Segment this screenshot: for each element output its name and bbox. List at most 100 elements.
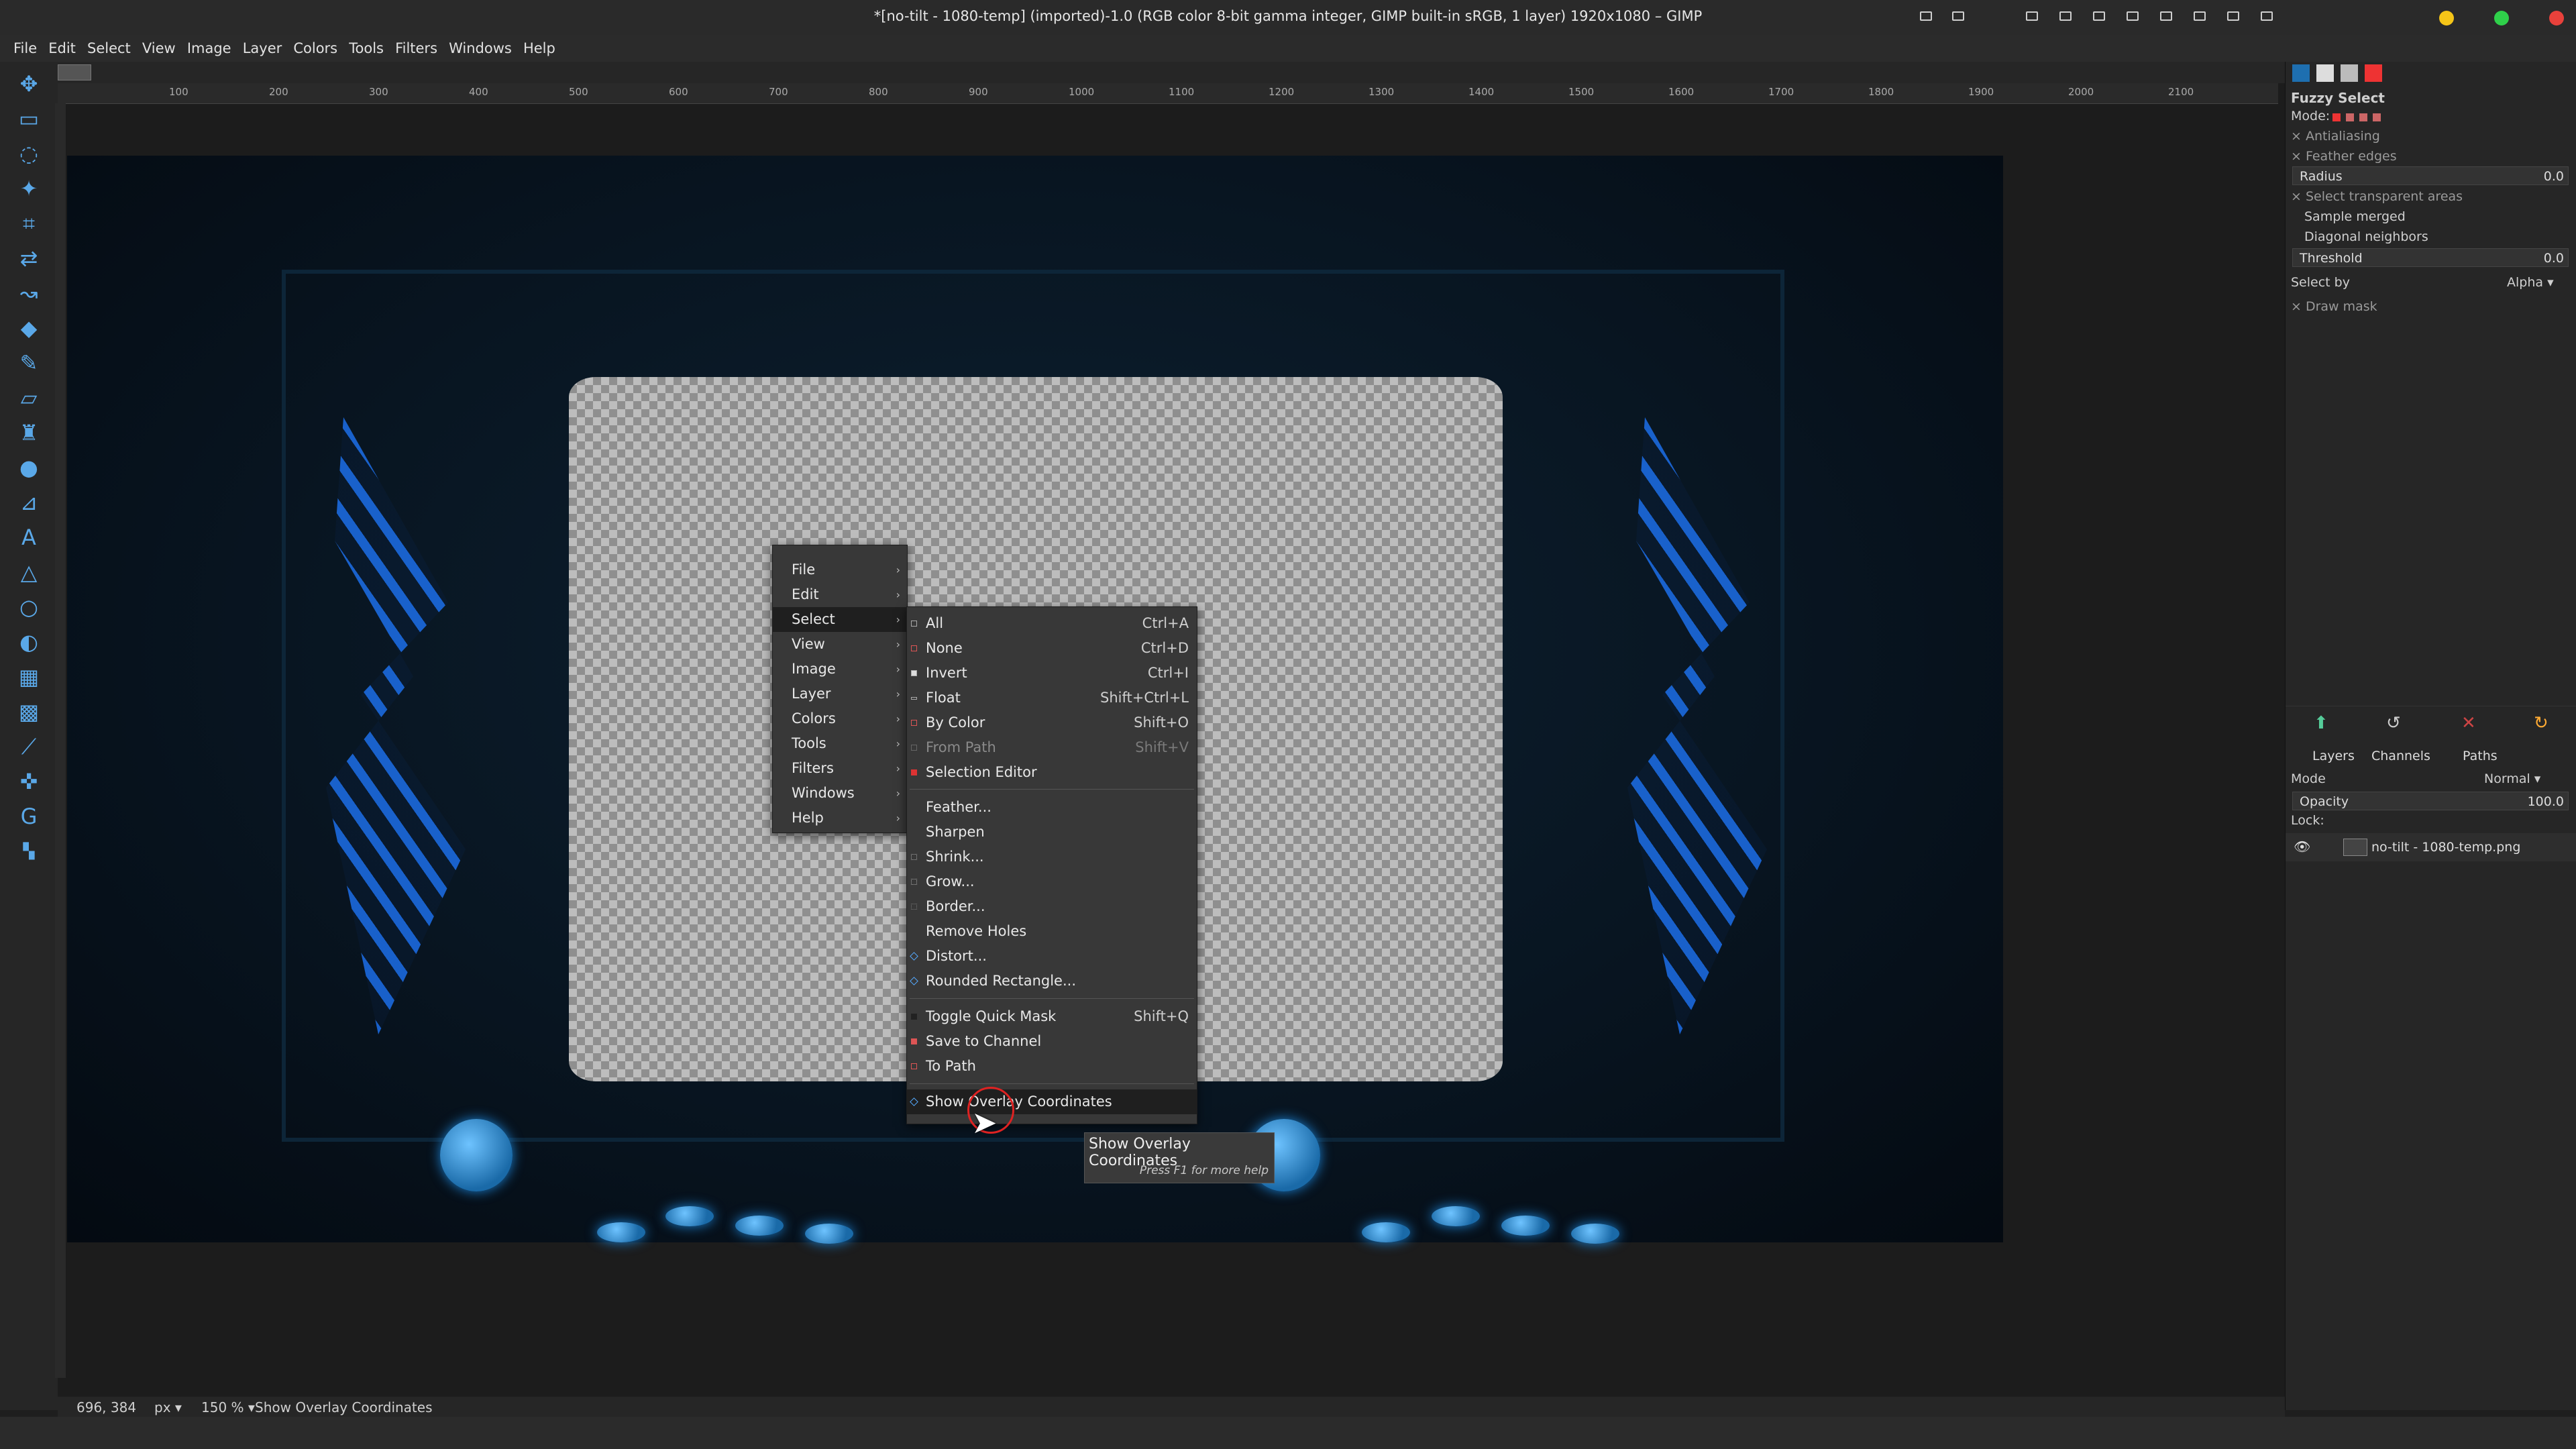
navigate-tool-icon[interactable]: ✜ <box>13 766 44 797</box>
menu-colors[interactable]: Colors <box>289 35 341 62</box>
tile-icon[interactable] <box>2227 11 2239 21</box>
histogram-tool-icon[interactable]: ▩ <box>13 696 44 727</box>
image-tab-thumbnail[interactable] <box>58 64 91 80</box>
context-item-windows[interactable]: Windows › <box>773 781 907 806</box>
tile-icon[interactable] <box>2127 11 2139 21</box>
diagonal-neighbors-checkbox[interactable]: Diagonal neighbors <box>2304 229 2428 244</box>
distort-item[interactable]: Distort... <box>907 944 1197 969</box>
context-item-select[interactable]: Select › <box>773 607 907 632</box>
select-none-item[interactable]: None Ctrl+D <box>907 636 1197 661</box>
select-all-item[interactable]: All Ctrl+A <box>907 611 1197 636</box>
curves-tool-icon[interactable]: ▦ <box>13 661 44 692</box>
grow-item[interactable]: Grow... <box>907 869 1197 894</box>
context-item-tools[interactable]: Tools › <box>773 731 907 756</box>
dock-tab-icons[interactable] <box>2292 64 2426 86</box>
paths-tool-icon[interactable]: △ <box>13 557 44 588</box>
crop-tool-icon[interactable]: ⌗ <box>13 208 44 239</box>
tab-layers[interactable]: Layers <box>2312 749 2355 763</box>
menu-tools[interactable]: Tools <box>345 35 388 62</box>
measure-tool-icon[interactable]: ⟋ <box>13 731 44 762</box>
tile-icon[interactable] <box>2059 11 2072 21</box>
tile-icon[interactable] <box>2261 11 2273 21</box>
window-maximize-button[interactable] <box>2494 11 2509 25</box>
toggle-quick-mask-item[interactable]: Toggle Quick Mask Shift+Q <box>907 1004 1197 1029</box>
context-item-file[interactable]: File › <box>773 557 907 582</box>
menu-file[interactable]: File <box>9 35 41 62</box>
tile-icon[interactable] <box>2026 11 2038 21</box>
select-from-path-item[interactable]: From Path Shift+V <box>907 735 1197 760</box>
dodge-tool-icon[interactable]: ⊿ <box>13 487 44 518</box>
reset-options-icon[interactable]: ↻ <box>2534 713 2548 733</box>
selection-mode-buttons[interactable] <box>2332 111 2386 122</box>
fuzzy-select-tool-icon[interactable]: ✦ <box>13 173 44 204</box>
clone-tool-icon[interactable]: ♜ <box>13 417 44 448</box>
tile-icon[interactable] <box>2093 11 2105 21</box>
sharpen-item[interactable]: Sharpen <box>907 820 1197 845</box>
layer-mode-dropdown[interactable]: Normal ▾ <box>2484 771 2540 786</box>
select-invert-item[interactable]: Invert Ctrl+I <box>907 661 1197 686</box>
menu-image[interactable]: Image <box>183 35 235 62</box>
context-item-colors[interactable]: Colors › <box>773 706 907 731</box>
move-tool-icon[interactable]: ✥ <box>13 68 44 99</box>
gegl-tool-icon[interactable]: G <box>13 801 44 832</box>
minimize-icon[interactable] <box>1952 11 1964 21</box>
context-item-layer[interactable]: Layer › <box>773 682 907 706</box>
tab-channels[interactable]: Channels <box>2371 749 2430 763</box>
select-by-dropdown[interactable]: Alpha ▾ <box>2507 275 2554 290</box>
shrink-item[interactable]: Shrink... <box>907 845 1197 869</box>
menu-select[interactable]: Select <box>83 35 135 62</box>
rounded-rectangle-item[interactable]: Rounded Rectangle... <box>907 969 1197 994</box>
layer-visibility-icon[interactable]: 👁 <box>2294 839 2310 855</box>
window-minimize-button[interactable] <box>2439 11 2454 25</box>
paintbrush-tool-icon[interactable]: ✎ <box>13 347 44 378</box>
context-item-view[interactable]: View › <box>773 632 907 657</box>
to-path-item[interactable]: To Path <box>907 1054 1197 1079</box>
antialiasing-checkbox[interactable]: × Antialiasing <box>2291 129 2380 144</box>
zoom-tool-icon[interactable]: ○ <box>13 592 44 623</box>
save-to-channel-item[interactable]: Save to Channel <box>907 1029 1197 1054</box>
save-options-icon[interactable]: ⬆ <box>2314 713 2328 733</box>
restore-options-icon[interactable]: ↺ <box>2386 713 2401 733</box>
bucket-fill-tool-icon[interactable]: ◆ <box>13 313 44 343</box>
select-float-item[interactable]: Float Shift+Ctrl+L <box>907 686 1197 710</box>
context-item-filters[interactable]: Filters › <box>773 756 907 781</box>
fg-bg-color-icon[interactable]: ▚ <box>13 836 44 867</box>
unit-dropdown[interactable]: px ▾ <box>154 1399 182 1415</box>
eraser-tool-icon[interactable]: ▱ <box>13 382 44 413</box>
feather-edges-checkbox[interactable]: × Feather edges <box>2291 149 2397 164</box>
menu-help[interactable]: Help <box>519 35 559 62</box>
tab-paths[interactable]: Paths <box>2463 749 2498 763</box>
select-transparent-checkbox[interactable]: × Select transparent areas <box>2291 189 2463 204</box>
context-item-image[interactable]: Image › <box>773 657 907 682</box>
rect-select-tool-icon[interactable]: ▭ <box>13 103 44 134</box>
show-overlay-coordinates-item[interactable]: Show Overlay Coordinates <box>907 1089 1197 1114</box>
layout-icon[interactable] <box>1920 11 1932 21</box>
text-tool-icon[interactable]: A <box>13 522 44 553</box>
remove-holes-item[interactable]: Remove Holes <box>907 919 1197 944</box>
feather-item[interactable]: Feather... <box>907 795 1197 820</box>
transform-tool-icon[interactable]: ⇄ <box>13 243 44 274</box>
context-item-help[interactable]: Help › <box>773 806 907 830</box>
menu-layer[interactable]: Layer <box>239 35 286 62</box>
context-item-edit[interactable]: Edit › <box>773 582 907 607</box>
radius-slider[interactable]: Radius 0.0 <box>2292 166 2569 185</box>
draw-mask-checkbox[interactable]: × Draw mask <box>2291 299 2377 314</box>
tile-icon[interactable] <box>2194 11 2206 21</box>
opacity-slider[interactable]: Opacity 100.0 <box>2292 792 2569 810</box>
warp-tool-icon[interactable]: ↝ <box>13 278 44 309</box>
delete-options-icon[interactable]: ✕ <box>2461 713 2476 733</box>
selection-editor-item[interactable]: Selection Editor <box>907 760 1197 785</box>
zoom-dropdown[interactable]: 150 % ▾ <box>201 1399 255 1415</box>
menu-edit[interactable]: Edit <box>44 35 80 62</box>
border-item[interactable]: Border... <box>907 894 1197 919</box>
menu-filters[interactable]: Filters <box>391 35 441 62</box>
lasso-tool-icon[interactable]: ◌ <box>13 138 44 169</box>
tile-icon[interactable] <box>2160 11 2172 21</box>
window-close-button[interactable] <box>2549 11 2564 25</box>
menu-view[interactable]: View <box>138 35 180 62</box>
menu-windows[interactable]: Windows <box>445 35 516 62</box>
threshold-slider[interactable]: Threshold 0.0 <box>2292 248 2569 267</box>
levels-tool-icon[interactable]: ◐ <box>13 627 44 657</box>
sample-merged-checkbox[interactable]: Sample merged <box>2304 209 2406 224</box>
smudge-tool-icon[interactable]: ● <box>13 452 44 483</box>
